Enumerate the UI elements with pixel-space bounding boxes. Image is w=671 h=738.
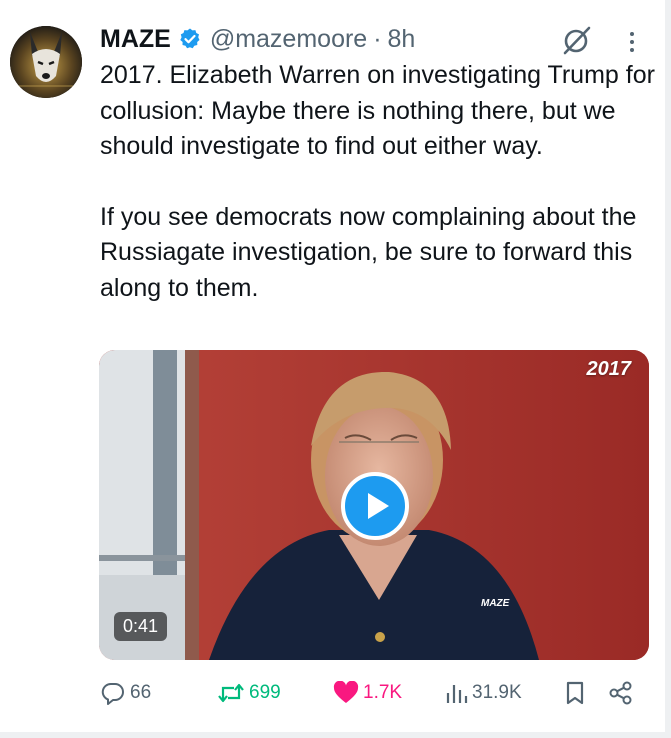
avatar[interactable] (10, 26, 82, 98)
tweet-paragraph: 2017. Elizabeth Warren on investigating … (100, 61, 655, 160)
repost-button[interactable]: 699 (217, 678, 281, 708)
verified-badge-icon (178, 27, 202, 51)
repost-count: 699 (249, 682, 281, 703)
video-year-label: 2017 (586, 358, 632, 380)
author-handle[interactable]: @mazemoore (210, 25, 367, 54)
tweet-timestamp[interactable]: 8h (388, 25, 416, 54)
video-duration: 0:41 (114, 612, 168, 641)
author-name[interactable]: MAZE (100, 25, 171, 54)
repost-icon (218, 683, 244, 703)
view-count: 31.9K (472, 682, 522, 703)
like-icon (333, 681, 359, 703)
bookmark-button[interactable] (563, 678, 587, 708)
video-watermark: MAZE (481, 598, 510, 609)
grok-icon[interactable] (561, 24, 593, 56)
share-button[interactable] (608, 678, 634, 708)
views-icon (446, 685, 468, 703)
tweet-header: MAZE @mazemoore · 8h (100, 22, 415, 56)
tweet-actions: 66 699 1.7K 31.9K (100, 678, 640, 708)
bookmark-icon (566, 681, 584, 705)
like-button[interactable]: 1.7K (333, 678, 402, 708)
tweet-text: 2017. Elizabeth Warren on investigating … (100, 58, 660, 306)
frame-edge-right (665, 0, 671, 738)
views-button[interactable]: 31.9K (444, 678, 522, 708)
like-count: 1.7K (363, 682, 403, 703)
frame-edge-bottom (0, 732, 671, 738)
share-icon (609, 681, 632, 705)
tweet-paragraph: If you see democrats now complaining abo… (100, 202, 637, 302)
video-player[interactable]: 2017 MAZE 0:41 (99, 350, 649, 660)
more-icon[interactable] (621, 28, 643, 56)
play-icon[interactable] (341, 472, 409, 540)
reply-count: 66 (130, 682, 152, 703)
reply-button[interactable]: 66 (100, 678, 151, 708)
reply-icon (101, 682, 124, 705)
header-separator: · (373, 24, 382, 53)
avatar-image (10, 26, 82, 98)
